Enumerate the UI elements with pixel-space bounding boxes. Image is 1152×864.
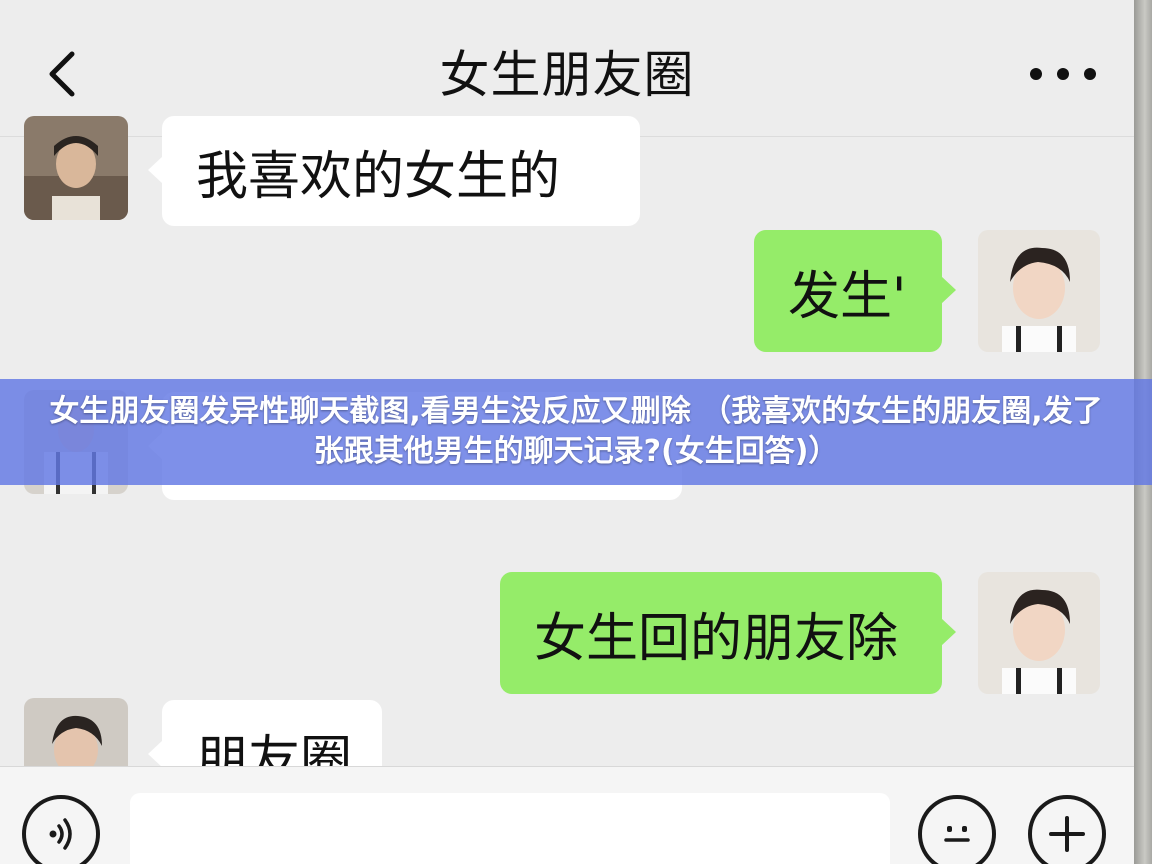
message-bubble-outgoing[interactable]: 发生' <box>754 230 956 352</box>
back-button[interactable] <box>38 50 86 98</box>
user-avatar[interactable] <box>978 230 1100 352</box>
message-input[interactable] <box>130 793 890 864</box>
caption-text: 女生朋友圈发异性聊天截图,看男生没反应又删除 （我喜欢的女生的朋友圈,发了张跟其… <box>49 394 1103 469</box>
more-options-button[interactable] <box>1030 56 1096 92</box>
chevron-left-icon <box>49 51 75 97</box>
chat-input-bar <box>0 766 1134 864</box>
emoji-icon <box>944 826 970 842</box>
more-dots-icon <box>1030 68 1042 80</box>
add-button[interactable] <box>1028 795 1106 864</box>
contact-avatar[interactable] <box>24 116 128 220</box>
voice-button[interactable] <box>22 795 100 864</box>
message-bubble-outgoing[interactable]: 女生回的朋友除 <box>500 572 956 694</box>
message-text: 女生回的朋友除 <box>534 608 899 669</box>
message-text: 发生' <box>788 266 907 327</box>
message-bubble-incoming[interactable]: 我喜欢的女生的 <box>148 116 640 226</box>
chat-title: 女生朋友圈 <box>439 46 695 104</box>
caption-banner: 女生朋友圈发异性聊天截图,看男生没反应又删除 （我喜欢的女生的朋友圈,发了张跟其… <box>0 379 1152 485</box>
voice-icon <box>49 818 72 850</box>
emoji-button[interactable] <box>918 795 996 864</box>
message-text: 我喜欢的女生的 <box>196 146 561 207</box>
plus-icon <box>1049 816 1085 852</box>
user-avatar[interactable] <box>978 572 1100 694</box>
